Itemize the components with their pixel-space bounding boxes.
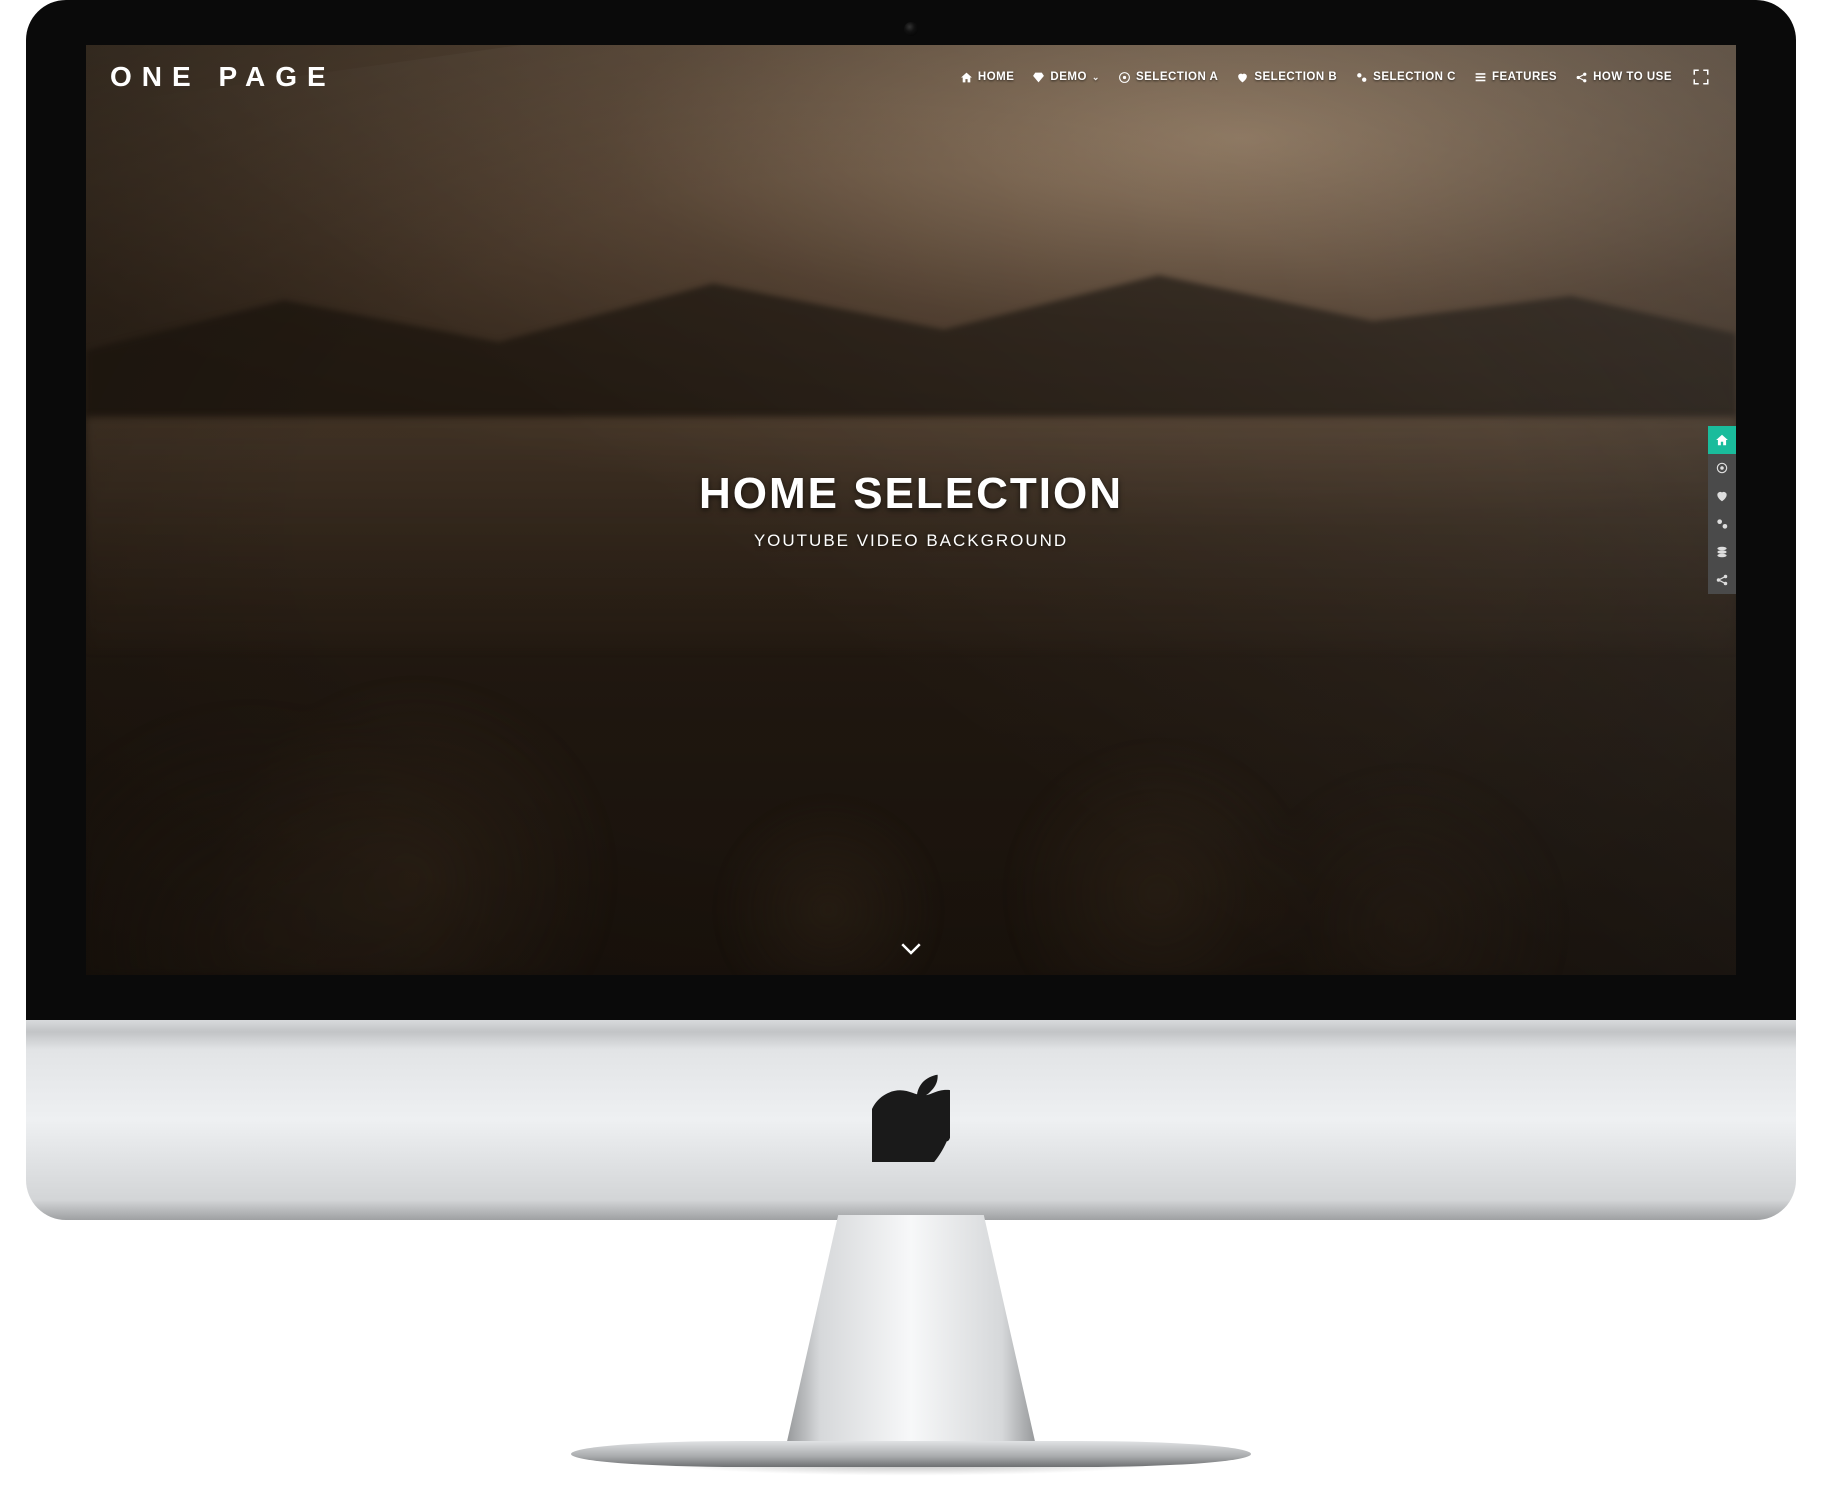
top-navbar: ONE PAGE HOME DEMO ⌄ xyxy=(86,45,1736,109)
side-nav-section-c[interactable] xyxy=(1708,510,1736,538)
nav-selection-b-label: SELECTION B xyxy=(1254,71,1337,83)
hero-subtitle: YOUTUBE VIDEO BACKGROUND xyxy=(699,531,1123,551)
imac-mockup: ONE PAGE HOME DEMO ⌄ xyxy=(26,0,1796,1491)
side-nav-share[interactable] xyxy=(1708,566,1736,594)
side-nav-home[interactable] xyxy=(1708,426,1736,454)
heart-icon xyxy=(1236,71,1249,84)
scroll-down-button[interactable] xyxy=(896,933,926,963)
side-nav-section-a[interactable] xyxy=(1708,454,1736,482)
monitor-chin xyxy=(26,1020,1796,1220)
hero-title: HOME SELECTION xyxy=(699,469,1123,519)
target-icon xyxy=(1118,71,1131,84)
side-nav-section-b[interactable] xyxy=(1708,482,1736,510)
side-nav-features[interactable] xyxy=(1708,538,1736,566)
chevron-down-icon: ⌄ xyxy=(1092,72,1100,83)
main-menu: HOME DEMO ⌄ SELECTION A xyxy=(960,66,1712,88)
nav-features-label: FEATURES xyxy=(1492,71,1557,83)
gears-icon xyxy=(1355,71,1368,84)
screen: ONE PAGE HOME DEMO ⌄ xyxy=(86,45,1736,975)
share-icon xyxy=(1575,71,1588,84)
nav-selection-a[interactable]: SELECTION A xyxy=(1118,71,1218,84)
nav-selection-b[interactable]: SELECTION B xyxy=(1236,71,1337,84)
nav-features[interactable]: FEATURES xyxy=(1474,71,1557,84)
monitor-bezel: ONE PAGE HOME DEMO ⌄ xyxy=(26,0,1796,1020)
nav-selection-a-label: SELECTION A xyxy=(1136,71,1218,83)
nav-demo[interactable]: DEMO ⌄ xyxy=(1032,71,1100,84)
site-logo[interactable]: ONE PAGE xyxy=(110,61,336,93)
nav-home-label: HOME xyxy=(978,71,1015,83)
monitor-stand-base xyxy=(571,1441,1251,1467)
monitor-stand-neck xyxy=(781,1215,1041,1445)
hero-section: HOME SELECTION YOUTUBE VIDEO BACKGROUND xyxy=(699,469,1123,551)
nav-selection-c[interactable]: SELECTION C xyxy=(1355,71,1456,84)
nav-selection-c-label: SELECTION C xyxy=(1373,71,1456,83)
camera-icon xyxy=(904,22,918,36)
fullscreen-button[interactable] xyxy=(1690,66,1712,88)
bg-rocks xyxy=(86,650,1736,976)
list-icon xyxy=(1474,71,1487,84)
nav-how-to-use[interactable]: HOW TO USE xyxy=(1575,71,1672,84)
nav-home[interactable]: HOME xyxy=(960,71,1015,84)
nav-demo-label: DEMO xyxy=(1050,71,1087,83)
side-section-nav xyxy=(1708,426,1736,594)
home-icon xyxy=(960,71,973,84)
nav-how-to-use-label: HOW TO USE xyxy=(1593,71,1672,83)
bg-mountains xyxy=(86,250,1736,417)
apple-logo-icon xyxy=(872,1070,950,1162)
diamond-icon xyxy=(1032,71,1045,84)
